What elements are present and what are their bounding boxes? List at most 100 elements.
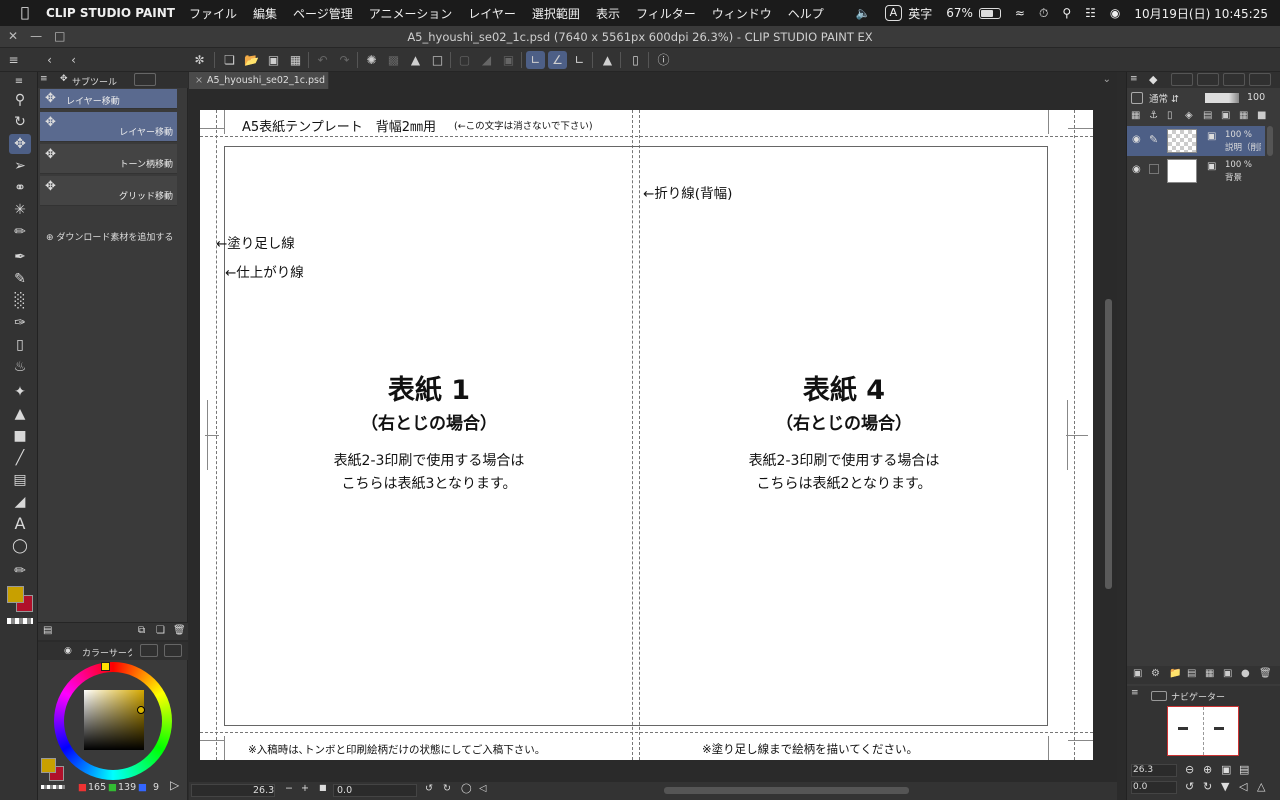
vertical-scroll-thumb[interactable] [1105,299,1112,589]
layer-color-toggle[interactable] [1131,92,1143,104]
snap-special-ruler-icon[interactable]: ∠ [548,51,567,69]
menu-view[interactable]: 表示 [596,5,620,22]
opacity-value[interactable]: 100 [1247,92,1265,103]
navigator-actual-size-icon[interactable]: ▣ [1221,763,1231,776]
history-tab[interactable] [1223,73,1245,86]
opacity-slider[interactable] [1205,93,1239,103]
blend-tool-icon[interactable]: ♨ [9,357,31,377]
clock[interactable]: 10月19日(日) 10:45:25 [1134,5,1268,22]
color-picker-handle[interactable] [137,706,145,714]
snap-grid-icon[interactable]: ∟ [570,51,589,69]
undo-icon[interactable]: ↶ [313,51,332,69]
delete-subtool-icon[interactable]: 🗑 [173,625,186,636]
text-tool-icon[interactable]: A [9,514,31,534]
smartphone-icon[interactable]: ▯ [626,51,645,69]
clear-icon[interactable]: ▩ [384,51,403,69]
delete-layer-icon[interactable]: 🗑 [1259,668,1272,679]
loading-icon[interactable]: ✺ [362,51,381,69]
export-psd-icon[interactable]: ▦ [286,51,305,69]
navigator-reset-rotate-icon[interactable]: ▼ [1221,780,1229,793]
menu-edit[interactable]: 編集 [253,5,277,22]
mask-layer-icon[interactable]: ● [1241,668,1250,679]
app-name-menu[interactable]: CLIP STUDIO PAINT [46,6,175,20]
rotate-right-icon[interactable]: ↻ [443,783,451,794]
lock-layer-icon[interactable]: ◈ [1185,110,1193,121]
eye-icon[interactable]: ◉ [1132,134,1141,145]
reference-layer-icon[interactable]: ⚓ [1149,110,1158,121]
scroll-left-icon[interactable]: ‹ [40,51,59,69]
save-icon[interactable]: ▣ [264,51,283,69]
fit-icon[interactable]: ■ [319,783,327,792]
vertical-scrollbar[interactable] [1102,89,1115,782]
hue-handle[interactable] [101,662,110,671]
blend-mode-select[interactable]: 通常 ⇵ [1149,91,1179,105]
control-center-icon[interactable]: ☷ [1085,6,1096,20]
rotate-left-icon[interactable]: ↺ [425,783,433,794]
clip-studio-icon[interactable]: ✼ [190,51,209,69]
close-tab-icon[interactable]: × [195,75,203,86]
flip-icon[interactable]: ◁ [479,783,486,794]
panel-transparent-swatch[interactable] [41,785,65,789]
material-tab[interactable] [1197,73,1219,86]
new-vector-layer-icon[interactable]: ▦ [1205,668,1214,679]
menu-icon[interactable]: ≡ [4,51,23,69]
ruler-tool-icon[interactable]: ◢ [9,492,31,512]
subtool-tab[interactable]: サブツール [72,75,117,88]
navigator-fit-icon[interactable]: ▤ [1239,763,1249,776]
rotate-view-tool-icon[interactable]: ↻ [9,112,31,132]
learn-icon[interactable]: ▲ [598,51,617,69]
navigator-rotate-right-icon[interactable]: ↻ [1203,780,1212,793]
redo-icon[interactable]: ↷ [335,51,354,69]
subtool-layer-move[interactable]: ✥ レイヤー移動 [40,112,177,142]
panel-main-color-swatch[interactable] [41,758,56,773]
rotate-value[interactable]: 0.0 [337,785,352,796]
siri-icon[interactable]: ◉ [1110,6,1120,20]
decoration-tool-icon[interactable]: ✦ [9,382,31,402]
layer-tab-icon[interactable]: ◆ [1149,73,1157,86]
open-file-icon[interactable]: 📂 [242,51,261,69]
apple-icon[interactable]:  [10,5,40,21]
panel-menu-icon[interactable]: ≡ [1131,688,1139,698]
navigator-rotate-left-icon[interactable]: ↺ [1185,780,1194,793]
tool-property-tab[interactable] [134,73,156,86]
menu-animation[interactable]: アニメーション [369,5,453,22]
gradient-tool-icon[interactable]: ■ [9,426,31,446]
palette-menu-icon[interactable]: ≡ [8,72,30,92]
eyedropper-tool-icon[interactable]: ✏ [9,222,31,242]
frame-border-tool-icon[interactable]: ▤ [9,470,31,490]
pen-tool-icon[interactable]: ✒ [9,247,31,267]
zoom-value[interactable]: 26.3 [253,785,274,796]
navigator-rotate-value[interactable]: 0.0 [1133,782,1147,792]
navigator-tab[interactable]: ナビゲーター [1171,690,1225,703]
navigator-flip-h-icon[interactable]: ◁ [1239,780,1247,793]
input-source-badge[interactable]: A [884,5,903,21]
draft-layer-icon[interactable]: ▯ [1167,110,1173,121]
document-canvas[interactable]: A5表紙テンプレート 背幅2㎜用 (←この文字は消さないで下さい) ←折り線(背… [200,110,1093,760]
spotlight-search-icon[interactable]: ⚲ [1062,6,1071,20]
navigator-zoom-value[interactable]: 26.3 [1133,765,1153,775]
merge-layer-icon[interactable]: ▣ [1223,668,1232,679]
saturation-value-square[interactable] [84,690,144,750]
navigator-flip-v-icon[interactable]: △ [1257,780,1265,793]
move-layer-tool-icon[interactable]: ✥ [9,134,31,154]
tab-list-chevron-icon[interactable]: ⌄ [1103,74,1111,85]
menu-page[interactable]: ページ管理 [293,5,353,22]
airbrush-tool-icon[interactable]: ░ [9,291,31,311]
document-tab[interactable]: × A5_hyoushi_se02_1c.psd [189,72,329,89]
subtool-layer-move-group[interactable]: ✥ レイヤー移動 [40,89,177,109]
subtool-settings-icon[interactable]: ▤ [43,625,52,636]
pencil-tool-icon[interactable]: ✎ [9,269,31,289]
eraser-tool-icon[interactable]: ▯ [9,335,31,355]
reset-rotate-icon[interactable]: ◯ [461,783,472,794]
menu-layer[interactable]: レイヤー [468,5,516,22]
menu-window[interactable]: ウィンドウ [712,5,772,22]
input-mode-label[interactable]: 英字 [908,5,932,22]
subtool-tone-move[interactable]: ✥ トーン柄移動 [40,144,177,174]
scroll-left-icon-2[interactable]: ‹ [64,51,83,69]
navigator-preview[interactable] [1167,706,1239,756]
eye-icon[interactable]: ◉ [1132,164,1141,175]
color-mode-icon[interactable]: ▷ [170,778,179,792]
layer-row-description[interactable]: ◉ ✎ ▣ 100 % 説明（削除 [1127,126,1265,156]
new-raster-layer-icon[interactable]: ▤ [1187,668,1196,679]
new-file-icon[interactable]: ❏ [220,51,239,69]
